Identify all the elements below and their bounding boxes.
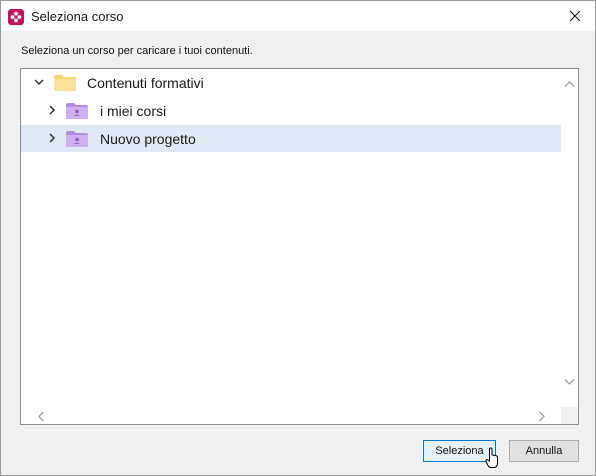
chevron-right-icon[interactable]: [46, 104, 58, 116]
close-icon: [569, 10, 581, 22]
folder-icon: [54, 75, 76, 91]
chevron-right-icon[interactable]: [46, 132, 58, 144]
course-tree[interactable]: Contenuti formativi i miei corsi Nuovo p…: [20, 68, 579, 425]
tree-item-contenuti-formativi[interactable]: Contenuti formativi: [21, 69, 563, 96]
tree-item-label: Nuovo progetto: [100, 131, 196, 147]
horizontal-scrollbar[interactable]: [21, 407, 561, 424]
scroll-up-icon[interactable]: [564, 80, 575, 88]
title-bar[interactable]: Seleziona corso: [1, 1, 595, 31]
mouse-cursor-icon: [485, 447, 498, 468]
tree-item-nuovo-progetto[interactable]: Nuovo progetto: [21, 125, 563, 152]
tree-item-label: i miei corsi: [100, 103, 167, 119]
instruction-text: Seleziona un corso per caricare i tuoi c…: [21, 45, 253, 57]
scroll-left-icon[interactable]: [37, 411, 45, 422]
scroll-right-icon[interactable]: [538, 411, 546, 422]
close-button[interactable]: [555, 1, 595, 31]
user-folder-icon: [66, 131, 88, 147]
scroll-down-icon[interactable]: [564, 378, 575, 386]
tree-item-label: Contenuti formativi: [87, 75, 204, 91]
tree-item-i-miei-corsi[interactable]: i miei corsi: [21, 97, 563, 124]
scrollbar-corner: [561, 407, 578, 424]
user-folder-icon: [66, 103, 88, 119]
dialog-window: Seleziona corso Seleziona un corso per c…: [0, 0, 596, 476]
vertical-scrollbar[interactable]: [561, 69, 578, 407]
cancel-button[interactable]: Annulla: [509, 440, 579, 462]
window-title: Seleziona corso: [31, 9, 124, 24]
app-flower-icon: [8, 9, 24, 25]
chevron-down-icon[interactable]: [33, 76, 45, 88]
